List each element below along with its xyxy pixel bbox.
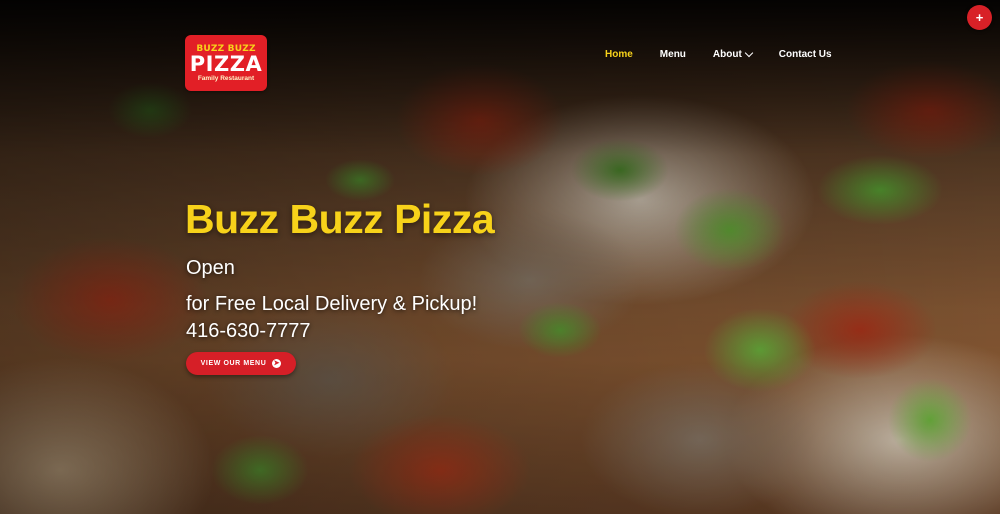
view-menu-button[interactable]: VIEW OUR MENU ➤	[186, 352, 296, 375]
logo-sub-text: Family Restaurant	[197, 75, 255, 82]
site-logo[interactable]: BUZZ BUZZ PIZZA Family Restaurant	[185, 35, 267, 91]
view-menu-button-label: VIEW OUR MENU	[200, 360, 267, 367]
logo-main-text: PIZZA	[189, 52, 263, 76]
main-nav: Home Menu About Contact Us	[605, 48, 832, 60]
nav-item-label: About	[712, 49, 742, 60]
nav-item-home[interactable]: Home	[605, 49, 633, 60]
plus-icon: +	[975, 10, 984, 25]
hero-phone[interactable]: 416-630-7777	[186, 319, 311, 343]
hero-overlay	[0, 0, 1000, 514]
nav-item-contact-us[interactable]: Contact Us	[779, 49, 832, 60]
plus-button[interactable]: +	[967, 5, 992, 30]
nav-item-label: Menu	[659, 49, 686, 60]
nav-item-about[interactable]: About	[712, 48, 754, 60]
arrow-right-circle-icon: ➤	[272, 359, 282, 368]
nav-item-menu[interactable]: Menu	[660, 49, 686, 60]
hero-title: Buzz Buzz Pizza	[185, 196, 495, 242]
chevron-down-icon	[744, 48, 754, 58]
nav-item-label: Home	[605, 49, 633, 60]
hero-status: Open	[186, 257, 235, 279]
hero-tagline: for Free Local Delivery & Pickup!	[186, 293, 478, 315]
nav-item-label: Contact Us	[778, 49, 832, 60]
